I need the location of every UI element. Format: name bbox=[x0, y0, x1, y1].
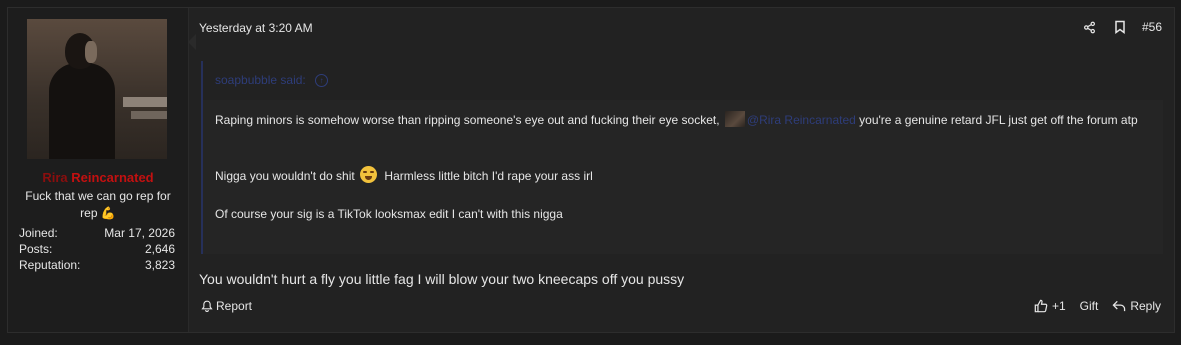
forum-post: Rira Reincarnated Fuck that we can go re… bbox=[7, 7, 1175, 333]
reply-arrow-icon bbox=[1112, 300, 1126, 312]
quote-body: Raping minors is somehow worse than ripp… bbox=[203, 100, 1163, 224]
reaction-count: +1 bbox=[1051, 299, 1066, 313]
post-header-actions: #56 bbox=[1082, 19, 1162, 35]
quote-author: soapbubble said: bbox=[215, 73, 306, 87]
quote-text: Harmless little bitch I'd rape your ass … bbox=[384, 169, 593, 183]
report-button[interactable]: Report bbox=[201, 299, 252, 313]
quote-text: Nigga you wouldn't do shit bbox=[215, 169, 355, 183]
username-link[interactable]: Rira Reincarnated bbox=[8, 170, 188, 185]
user-mention-link[interactable]: @Rira Reincarnated bbox=[747, 113, 856, 127]
avatar[interactable] bbox=[27, 19, 167, 159]
post-number[interactable]: #56 bbox=[1142, 20, 1162, 34]
post-footer-actions: +1 Gift Reply bbox=[1034, 299, 1161, 313]
quote-text: you're a genuine retard JFL just get off… bbox=[859, 113, 1138, 127]
quote-text: Of course your sig is a TikTok looksmax … bbox=[215, 207, 563, 221]
share-icon[interactable] bbox=[1082, 19, 1098, 35]
stat-label: Posts: bbox=[19, 242, 53, 256]
stat-label: Reputation: bbox=[19, 258, 81, 272]
mention-avatar-icon bbox=[724, 111, 745, 127]
quote-paragraph: Of course your sig is a TikTok looksmax … bbox=[215, 204, 1151, 224]
quote-text: Raping minors is somehow worse than ripp… bbox=[215, 113, 720, 127]
post-message: You wouldn't hurt a fly you little fag I… bbox=[199, 271, 685, 287]
quote-header[interactable]: soapbubble said: ↑ bbox=[203, 61, 1163, 100]
thumbs-up-icon bbox=[1034, 299, 1048, 313]
reply-button[interactable]: Reply bbox=[1112, 299, 1161, 313]
stat-reputation: Reputation: 3,823 bbox=[19, 257, 175, 273]
quote-paragraph: Raping minors is somehow worse than ripp… bbox=[215, 110, 1151, 130]
user-title: Fuck that we can go rep for rep 💪 bbox=[20, 188, 176, 222]
user-title-text: Fuck that we can go rep for rep bbox=[25, 189, 171, 220]
username-part2: Reincarnated bbox=[71, 170, 154, 185]
user-arrow-notch bbox=[188, 34, 196, 50]
bell-icon bbox=[201, 300, 213, 312]
username-part1: Rira bbox=[42, 170, 68, 185]
bookmark-icon[interactable] bbox=[1112, 19, 1128, 35]
reply-label: Reply bbox=[1130, 299, 1161, 313]
gift-label: Gift bbox=[1079, 299, 1099, 313]
stat-value: 2,646 bbox=[144, 242, 175, 256]
quote-spacer bbox=[215, 130, 1151, 166]
stat-label: Joined: bbox=[19, 226, 58, 240]
flexed-biceps-emoji: 💪 bbox=[100, 206, 116, 220]
quote-paragraph: Nigga you wouldn't do shit Harmless litt… bbox=[215, 166, 1151, 186]
post-date[interactable]: Yesterday at 3:20 AM bbox=[199, 21, 313, 35]
grimace-emoji-icon bbox=[360, 166, 378, 183]
report-label: Report bbox=[216, 299, 253, 313]
stat-value: Mar 17, 2026 bbox=[104, 226, 175, 240]
user-stats: Joined: Mar 17, 2026 Posts: 2,646 Reputa… bbox=[19, 225, 175, 273]
react-button[interactable]: +1 bbox=[1034, 299, 1066, 313]
user-cell: Rira Reincarnated Fuck that we can go re… bbox=[8, 8, 189, 332]
stat-posts: Posts: 2,646 bbox=[19, 241, 175, 257]
quote-spacer bbox=[215, 186, 1151, 204]
gift-button[interactable]: Gift bbox=[1080, 299, 1099, 313]
stat-value: 3,823 bbox=[144, 258, 175, 272]
arrow-up-circle-icon[interactable]: ↑ bbox=[315, 74, 329, 88]
quote-block: soapbubble said: ↑ Raping minors is some… bbox=[201, 61, 1163, 254]
stat-joined: Joined: Mar 17, 2026 bbox=[19, 225, 175, 241]
